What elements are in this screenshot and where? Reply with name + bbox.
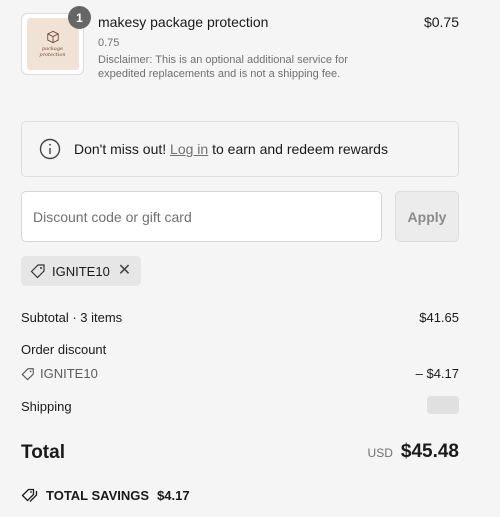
info-icon xyxy=(39,138,61,160)
tag-icon xyxy=(21,367,34,380)
shipping-label: Shipping xyxy=(21,399,72,414)
rewards-text-prefix: Don't miss out! xyxy=(74,141,171,157)
rewards-text-suffix: to earn and redeem rewards xyxy=(208,141,388,157)
thumbnail-text: package protection xyxy=(39,46,66,58)
currency-code: USD xyxy=(367,446,393,460)
savings-label: TOTAL SAVINGS xyxy=(46,487,150,503)
order-discount-label: Order discount xyxy=(21,342,107,357)
savings-amount: $4.17 xyxy=(157,487,190,503)
product-variant: 0.75 xyxy=(98,37,120,49)
tag-icon xyxy=(30,264,45,279)
discount-code-input[interactable] xyxy=(21,191,382,242)
applied-code-label: IGNITE10 xyxy=(52,263,110,279)
total-amount: $45.48 xyxy=(400,441,459,462)
shipping-value-placeholder xyxy=(427,396,459,414)
applied-discount-chip: IGNITE10 ✕ xyxy=(21,256,141,286)
login-link[interactable]: Log in xyxy=(170,141,208,157)
order-discount-code: IGNITE10 xyxy=(21,366,98,381)
total-savings: TOTAL SAVINGS $4.17 xyxy=(21,487,190,503)
apply-button[interactable]: Apply xyxy=(395,191,459,242)
product-price: $0.75 xyxy=(423,14,459,30)
order-discount-code-text: IGNITE10 xyxy=(40,366,98,381)
order-discount-value: – $4.17 xyxy=(415,366,459,381)
double-tag-icon xyxy=(21,488,38,502)
close-icon[interactable]: ✕ xyxy=(118,263,131,279)
rewards-banner: Don't miss out! Log in to earn and redee… xyxy=(21,121,459,177)
total-label: Total xyxy=(21,442,65,463)
product-description: Disclaimer: This is an optional addition… xyxy=(98,54,348,80)
total-value: USD $45.48 xyxy=(368,441,459,463)
quantity-badge: 1 xyxy=(68,6,91,29)
package-icon xyxy=(46,30,59,44)
product-name: makesy package protection xyxy=(98,14,269,30)
subtotal-label: Subtotal · 3 items xyxy=(21,310,123,325)
subtotal-value: $41.65 xyxy=(419,310,459,325)
